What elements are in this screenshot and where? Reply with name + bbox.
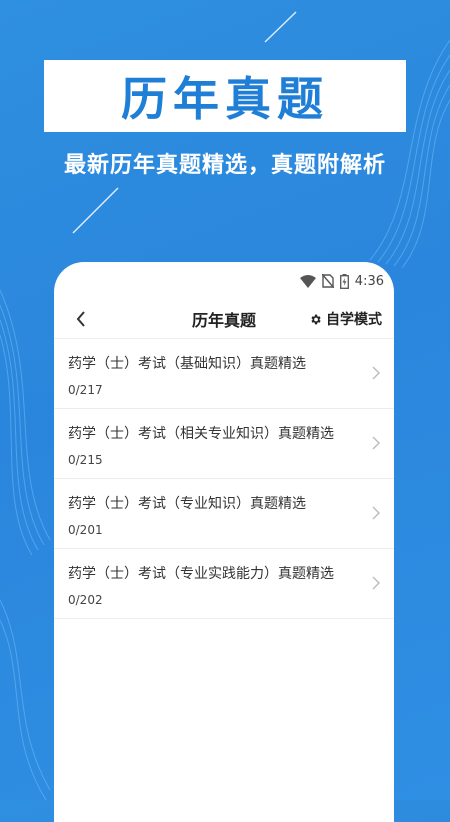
list-item[interactable]: 药学（士）考试（专业知识）真题精选 0/201	[54, 479, 394, 549]
list-item-title: 药学（士）考试（专业知识）真题精选	[68, 496, 306, 512]
list-item-progress: 0/215	[68, 453, 103, 467]
list-item-progress: 0/202	[68, 593, 103, 607]
list-item-progress: 0/201	[68, 523, 103, 537]
no-sim-icon	[321, 274, 334, 288]
banner-title: 历年真题	[121, 72, 329, 126]
list-item-title: 药学（士）考试（相关专业知识）真题精选	[68, 426, 334, 442]
wifi-icon	[299, 274, 316, 288]
list-item[interactable]: 药学（士）考试（专业实践能力）真题精选 0/202	[54, 549, 394, 619]
list-item[interactable]: 药学（士）考试（相关专业知识）真题精选 0/215	[54, 409, 394, 479]
list-item-title: 药学（士）考试（基础知识）真题精选	[68, 356, 306, 372]
chevron-right-icon	[372, 506, 380, 520]
chevron-right-icon	[372, 576, 380, 590]
promo-banner: 历年真题	[44, 60, 406, 132]
list-item-title: 药学（士）考试（专业实践能力）真题精选	[68, 566, 334, 582]
phone-screen: 4:36 历年真题 自学模式 药学（士）考试（基础知识）真题精选 0/217 药…	[54, 262, 394, 822]
gear-icon	[311, 314, 321, 324]
status-time: 4:36	[354, 273, 384, 289]
status-bar: 4:36	[54, 262, 394, 300]
list-item[interactable]: 药学（士）考试（基础知识）真题精选 0/217	[54, 339, 394, 409]
promo-subtitle: 最新历年真题精选，真题附解析	[63, 153, 386, 178]
battery-icon	[339, 273, 349, 289]
chevron-right-icon	[372, 366, 380, 380]
self-study-mode-label: 自学模式	[326, 312, 382, 328]
self-study-mode-button[interactable]: 自学模式	[309, 309, 382, 329]
exam-list: 药学（士）考试（基础知识）真题精选 0/217 药学（士）考试（相关专业知识）真…	[54, 339, 394, 619]
chevron-right-icon	[372, 436, 380, 450]
nav-bar: 历年真题 自学模式	[54, 300, 394, 339]
list-item-progress: 0/217	[68, 383, 103, 397]
